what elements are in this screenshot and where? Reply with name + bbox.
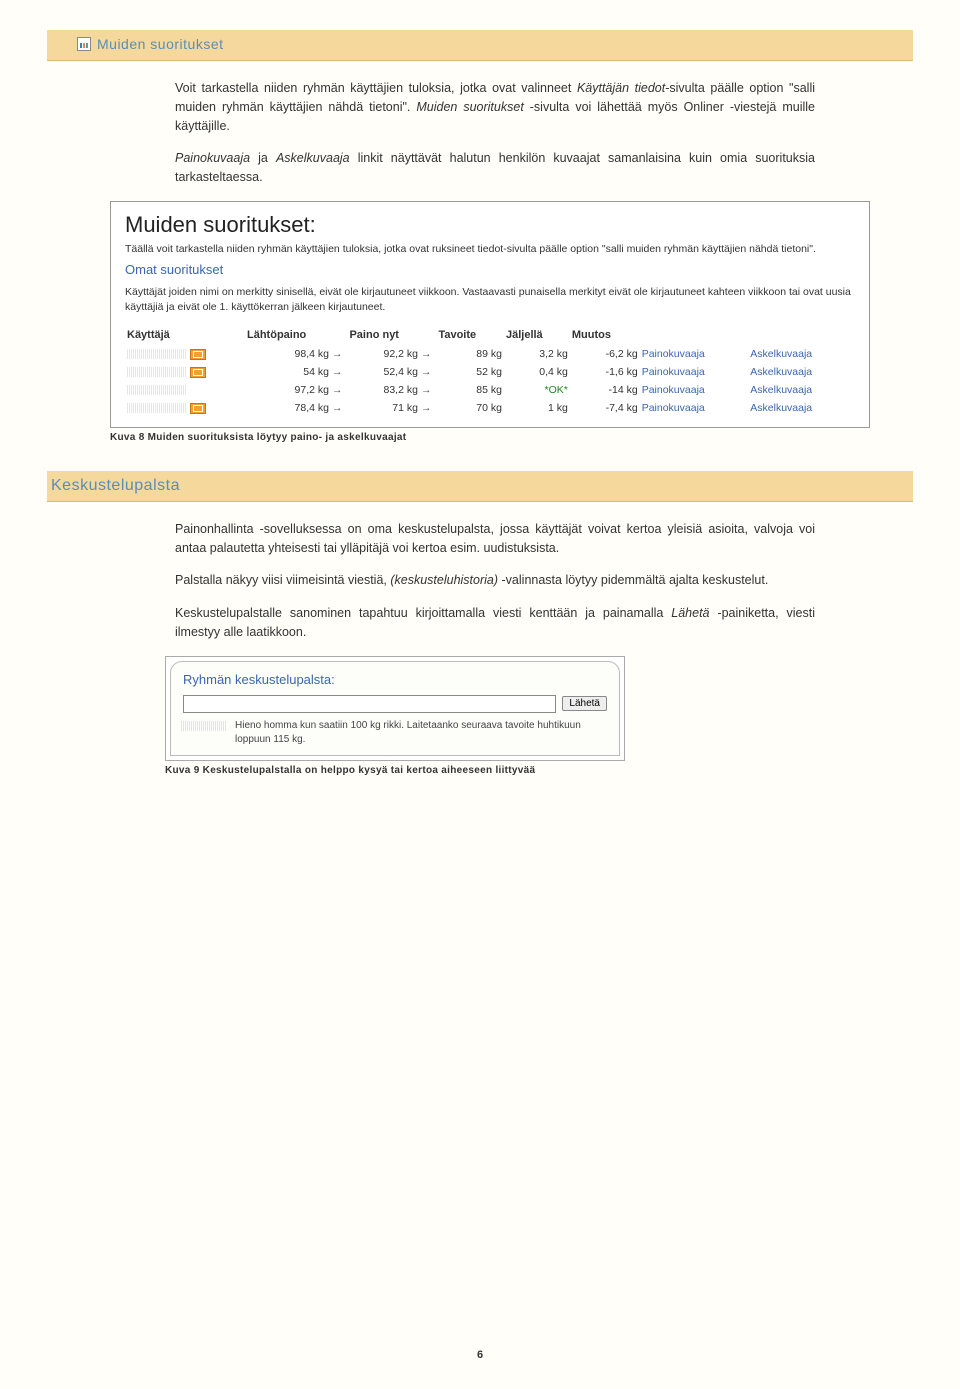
arrow-icon: →: [329, 348, 346, 360]
link-askelkuvaaja[interactable]: Askelkuvaaja: [750, 348, 812, 360]
table-row: 97,2 kg→ 83,2 kg→ 85 kg *OK* -14 kg Pain…: [125, 381, 855, 399]
page-number: 6: [477, 1349, 483, 1361]
section-title: Keskustelupalsta: [51, 477, 903, 495]
col-user: Käyttäjä: [125, 325, 245, 345]
table-header-row: Käyttäjä Lähtöpaino Paino nyt Tavoite Jä…: [125, 325, 855, 345]
panel-title: Muiden suoritukset:: [125, 212, 855, 238]
arrow-icon: →: [418, 348, 435, 360]
body-paragraph: Keskustelupalstalle sanominen tapahtuu k…: [55, 604, 905, 642]
arrow-icon: →: [329, 402, 346, 414]
message-input[interactable]: [183, 695, 556, 713]
message-icon[interactable]: [190, 367, 206, 378]
link-askelkuvaaja[interactable]: Askelkuvaaja: [750, 402, 812, 414]
message-icon[interactable]: [190, 349, 206, 360]
link-painokuvaaja[interactable]: Painokuvaaja: [642, 402, 705, 414]
body-paragraph: Painonhallinta -sovelluksessa on oma kes…: [55, 520, 905, 558]
section-header-keskustelupalsta: Keskustelupalsta: [47, 471, 913, 502]
section-title: Muiden suoritukset: [97, 36, 224, 52]
body-paragraph: Palstalla näkyy viisi viimeisintä viesti…: [55, 571, 905, 590]
col-now: Paino nyt: [347, 325, 436, 345]
user-name-redacted: [127, 349, 187, 359]
arrow-icon: →: [418, 402, 435, 414]
link-askelkuvaaja[interactable]: Askelkuvaaja: [750, 384, 812, 396]
section-header-muiden: Muiden suoritukset: [47, 30, 913, 61]
panel-description: Täällä voit tarkastella niiden ryhmän kä…: [125, 242, 855, 257]
table-row: 78,4 kg→ 71 kg→ 70 kg 1 kg -7,4 kg Paino…: [125, 399, 855, 417]
user-name-redacted: [181, 721, 226, 731]
results-table: Käyttäjä Lähtöpaino Paino nyt Tavoite Jä…: [125, 325, 855, 417]
forum-message: Hieno homma kun saatiin 100 kg rikki. La…: [183, 719, 607, 747]
arrow-icon: →: [418, 384, 435, 396]
send-button[interactable]: Lähetä: [562, 696, 607, 711]
link-painokuvaaja[interactable]: Painokuvaaja: [642, 348, 705, 360]
screenshot-muiden-suoritukset: Muiden suoritukset: Täällä voit tarkaste…: [110, 201, 870, 428]
table-row: 98,4 kg→ 92,2 kg→ 89 kg 3,2 kg -6,2 kg P…: [125, 345, 855, 363]
col-change: Muutos: [570, 325, 640, 345]
user-name-redacted: [127, 385, 187, 395]
panel-note: Käyttäjät joiden nimi on merkitty sinise…: [125, 285, 855, 314]
figure-caption: Kuva 8 Muiden suorituksista löytyy paino…: [110, 432, 905, 443]
screenshot-keskustelupalsta: Ryhmän keskustelupalsta: Lähetä Hieno ho…: [165, 656, 625, 761]
col-target: Tavoite: [436, 325, 504, 345]
body-paragraph: Voit tarkastella niiden ryhmän käyttäjie…: [55, 79, 905, 135]
col-left: Jäljellä: [504, 325, 570, 345]
link-askelkuvaaja[interactable]: Askelkuvaaja: [750, 366, 812, 378]
arrow-icon: →: [329, 384, 346, 396]
arrow-icon: →: [329, 366, 346, 378]
arrow-icon: →: [418, 366, 435, 378]
chart-icon: [77, 37, 91, 51]
link-omat-suoritukset[interactable]: Omat suoritukset: [125, 262, 855, 277]
figure-caption: Kuva 9 Keskustelupalstalla on helppo kys…: [165, 765, 905, 776]
user-name-redacted: [127, 367, 187, 377]
link-painokuvaaja[interactable]: Painokuvaaja: [642, 384, 705, 396]
user-name-redacted: [127, 403, 187, 413]
message-icon[interactable]: [190, 403, 206, 414]
col-start: Lähtöpaino: [245, 325, 347, 345]
body-paragraph: Painokuvaaja ja Askelkuvaaja linkit näyt…: [55, 149, 905, 187]
table-row: 54 kg→ 52,4 kg→ 52 kg 0,4 kg -1,6 kg Pai…: [125, 363, 855, 381]
link-painokuvaaja[interactable]: Painokuvaaja: [642, 366, 705, 378]
panel-title: Ryhmän keskustelupalsta:: [183, 672, 607, 687]
